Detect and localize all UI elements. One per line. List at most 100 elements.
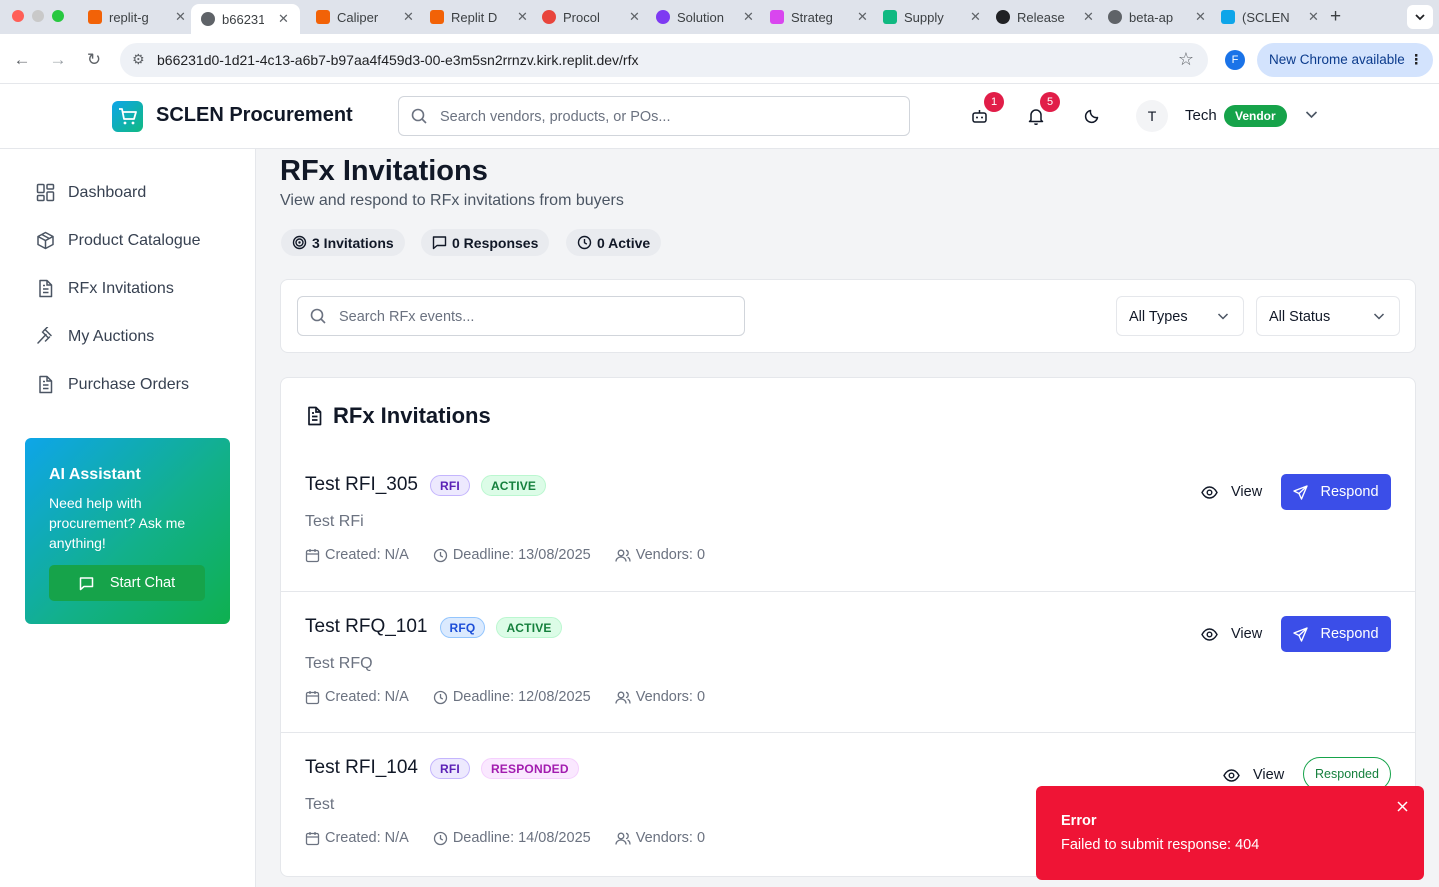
global-search-input[interactable]: Search vendors, products, or POs... bbox=[398, 96, 910, 136]
view-button[interactable]: View bbox=[1223, 767, 1284, 783]
tab-close-icon[interactable]: ✕ bbox=[1308, 9, 1319, 25]
rfx-status-badge: RESPONDED bbox=[480, 757, 579, 779]
rfx-vendors: Vendors: 0 bbox=[615, 689, 705, 705]
window-close-button[interactable] bbox=[12, 10, 24, 22]
bookmark-star-icon[interactable]: ☆ bbox=[1178, 49, 1194, 70]
tab-close-icon[interactable]: ✕ bbox=[970, 9, 981, 25]
tab-close-icon[interactable]: ✕ bbox=[1083, 9, 1094, 25]
rfx-search-placeholder: Search RFx events... bbox=[339, 309, 475, 325]
reload-icon[interactable]: ↻ bbox=[84, 50, 104, 70]
ai-assistant-description: Need help with procurement? Ask me anyth… bbox=[49, 495, 186, 551]
rfx-title[interactable]: Test RFI_104 bbox=[305, 757, 418, 779]
tab-close-icon[interactable]: ✕ bbox=[857, 9, 868, 25]
user-name[interactable]: Tech bbox=[1185, 107, 1217, 124]
rfx-title[interactable]: Test RFQ_101 bbox=[305, 616, 428, 638]
rfx-deadline-label: Deadline: 12/08/2025 bbox=[452, 689, 591, 705]
target-icon bbox=[292, 235, 307, 250]
robot-badge: 1 bbox=[984, 92, 1004, 112]
new-tab-button[interactable]: + bbox=[1330, 4, 1350, 30]
status-select[interactable]: All Status bbox=[1256, 296, 1400, 336]
tab-close-icon[interactable]: ✕ bbox=[278, 11, 289, 27]
moon-icon[interactable] bbox=[1084, 108, 1100, 124]
window-zoom-button[interactable] bbox=[52, 10, 64, 22]
profile-avatar[interactable]: F bbox=[1225, 50, 1245, 70]
sidebar-item-rfx-invitations[interactable]: RFx Invitations bbox=[36, 279, 174, 298]
close-icon[interactable] bbox=[1396, 800, 1409, 813]
ai-assistant-title: AI Assistant bbox=[49, 466, 141, 483]
sidebar-item-purchase-orders[interactable]: Purchase Orders bbox=[36, 375, 189, 394]
tab-favicon-icon bbox=[883, 10, 897, 24]
chrome-update-button[interactable]: New Chrome available ⋮ bbox=[1257, 43, 1433, 77]
tab-close-icon[interactable]: ✕ bbox=[175, 9, 186, 25]
dashboard-icon bbox=[36, 183, 55, 202]
responses-stat: 0 Responses bbox=[421, 229, 550, 256]
type-select[interactable]: All Types bbox=[1116, 296, 1244, 336]
sidebar-item-label: My Auctions bbox=[68, 327, 155, 345]
notification-badge: 5 bbox=[1040, 92, 1060, 112]
brand-name: SCLEN Procurement bbox=[156, 104, 353, 126]
tab-close-icon[interactable]: ✕ bbox=[743, 9, 754, 25]
eye-icon bbox=[1201, 627, 1218, 641]
respond-button[interactable]: Respond bbox=[1281, 616, 1391, 652]
browser-tab-active[interactable]: b66231 ✕ bbox=[191, 4, 300, 34]
rfx-search-input[interactable]: Search RFx events... bbox=[297, 296, 745, 336]
view-button[interactable]: View bbox=[1201, 626, 1262, 642]
browser-tab[interactable]: Solution ✕ bbox=[656, 4, 756, 30]
browser-tab[interactable]: Procol ✕ bbox=[542, 4, 642, 30]
sidebar-item-my-auctions[interactable]: My Auctions bbox=[36, 327, 154, 346]
tab-close-icon[interactable]: ✕ bbox=[403, 9, 414, 25]
start-chat-button[interactable]: Start Chat bbox=[49, 565, 205, 601]
view-button[interactable]: View bbox=[1201, 484, 1262, 500]
browser-tab[interactable]: replit-g ✕ bbox=[88, 4, 188, 30]
address-url[interactable]: b66231d0-1d21-4c13-a6b7-b97aa4f459d3-00-… bbox=[157, 52, 638, 68]
sidebar-item-label: RFx Invitations bbox=[68, 279, 174, 297]
rfx-list-heading-label: RFx Invitations bbox=[333, 403, 491, 428]
user-avatar[interactable]: T bbox=[1136, 100, 1168, 132]
app-header: SCLEN Procurement Search vendors, produc… bbox=[0, 84, 1439, 149]
page-title: RFx Invitations bbox=[280, 155, 488, 187]
bell-icon[interactable] bbox=[1028, 107, 1044, 125]
rfx-deadline: Deadline: 13/08/2025 bbox=[433, 547, 591, 563]
browser-tab[interactable]: Strateg ✕ bbox=[770, 4, 870, 30]
sidebar-item-dashboard[interactable]: Dashboard bbox=[36, 183, 146, 202]
rfx-created-label: Created: N/A bbox=[325, 689, 409, 705]
sidebar-item-product-catalogue[interactable]: Product Catalogue bbox=[36, 231, 201, 250]
rfx-vendors-label: Vendors: 0 bbox=[635, 830, 706, 846]
tab-close-icon[interactable]: ✕ bbox=[1195, 9, 1206, 25]
send-icon bbox=[1293, 484, 1309, 500]
tab-favicon-icon bbox=[316, 10, 330, 24]
browser-tab[interactable]: Replit D ✕ bbox=[430, 4, 530, 30]
chevron-down-icon[interactable] bbox=[1305, 110, 1318, 119]
tab-close-icon[interactable]: ✕ bbox=[517, 9, 528, 25]
rfx-vendors: Vendors: 0 bbox=[615, 547, 705, 563]
tab-search-button[interactable] bbox=[1407, 5, 1433, 29]
back-arrow-icon[interactable]: ← bbox=[12, 50, 32, 70]
robot-icon[interactable] bbox=[971, 108, 988, 124]
browser-tab[interactable]: Supply ✕ bbox=[883, 4, 983, 30]
browser-tab[interactable]: Caliper ✕ bbox=[316, 4, 416, 30]
respond-button[interactable]: Respond bbox=[1281, 474, 1391, 510]
rfx-vendors-label: Vendors: 0 bbox=[635, 547, 706, 563]
tab-title: (SCLEN bbox=[1242, 9, 1290, 25]
browser-tab[interactable]: Release ✕ bbox=[996, 4, 1096, 30]
message-square-icon bbox=[79, 576, 94, 590]
tab-title: Supply bbox=[904, 9, 944, 25]
responded-button-label: Responded bbox=[1315, 767, 1379, 781]
chevron-down-icon bbox=[1217, 313, 1229, 320]
browser-tab[interactable]: beta-ap ✕ bbox=[1108, 4, 1208, 30]
view-button-label: View bbox=[1231, 626, 1263, 642]
toast-message: Failed to submit response: 404 bbox=[1061, 837, 1260, 853]
rfx-description: Test RFi bbox=[305, 513, 364, 530]
browser-tab[interactable]: (SCLEN ✕ bbox=[1221, 4, 1321, 30]
address-bar[interactable]: ⚙ b66231d0-1d21-4c13-a6b7-b97aa4f459d3-0… bbox=[120, 43, 1208, 77]
window-minimize-button[interactable] bbox=[32, 10, 44, 22]
tab-close-icon[interactable]: ✕ bbox=[629, 9, 640, 25]
rfx-title[interactable]: Test RFI_305 bbox=[305, 474, 418, 496]
view-button-label: View bbox=[1253, 767, 1285, 783]
forward-arrow-icon[interactable]: → bbox=[48, 50, 68, 70]
rfx-created: Created: N/A bbox=[305, 547, 409, 563]
rfx-row-header: Test RFQ_101 RFQ ACTIVE bbox=[305, 616, 573, 638]
more-vertical-icon[interactable]: ⋮ bbox=[1410, 43, 1424, 77]
users-icon bbox=[615, 832, 631, 845]
site-info-icon[interactable]: ⚙ bbox=[132, 51, 145, 68]
